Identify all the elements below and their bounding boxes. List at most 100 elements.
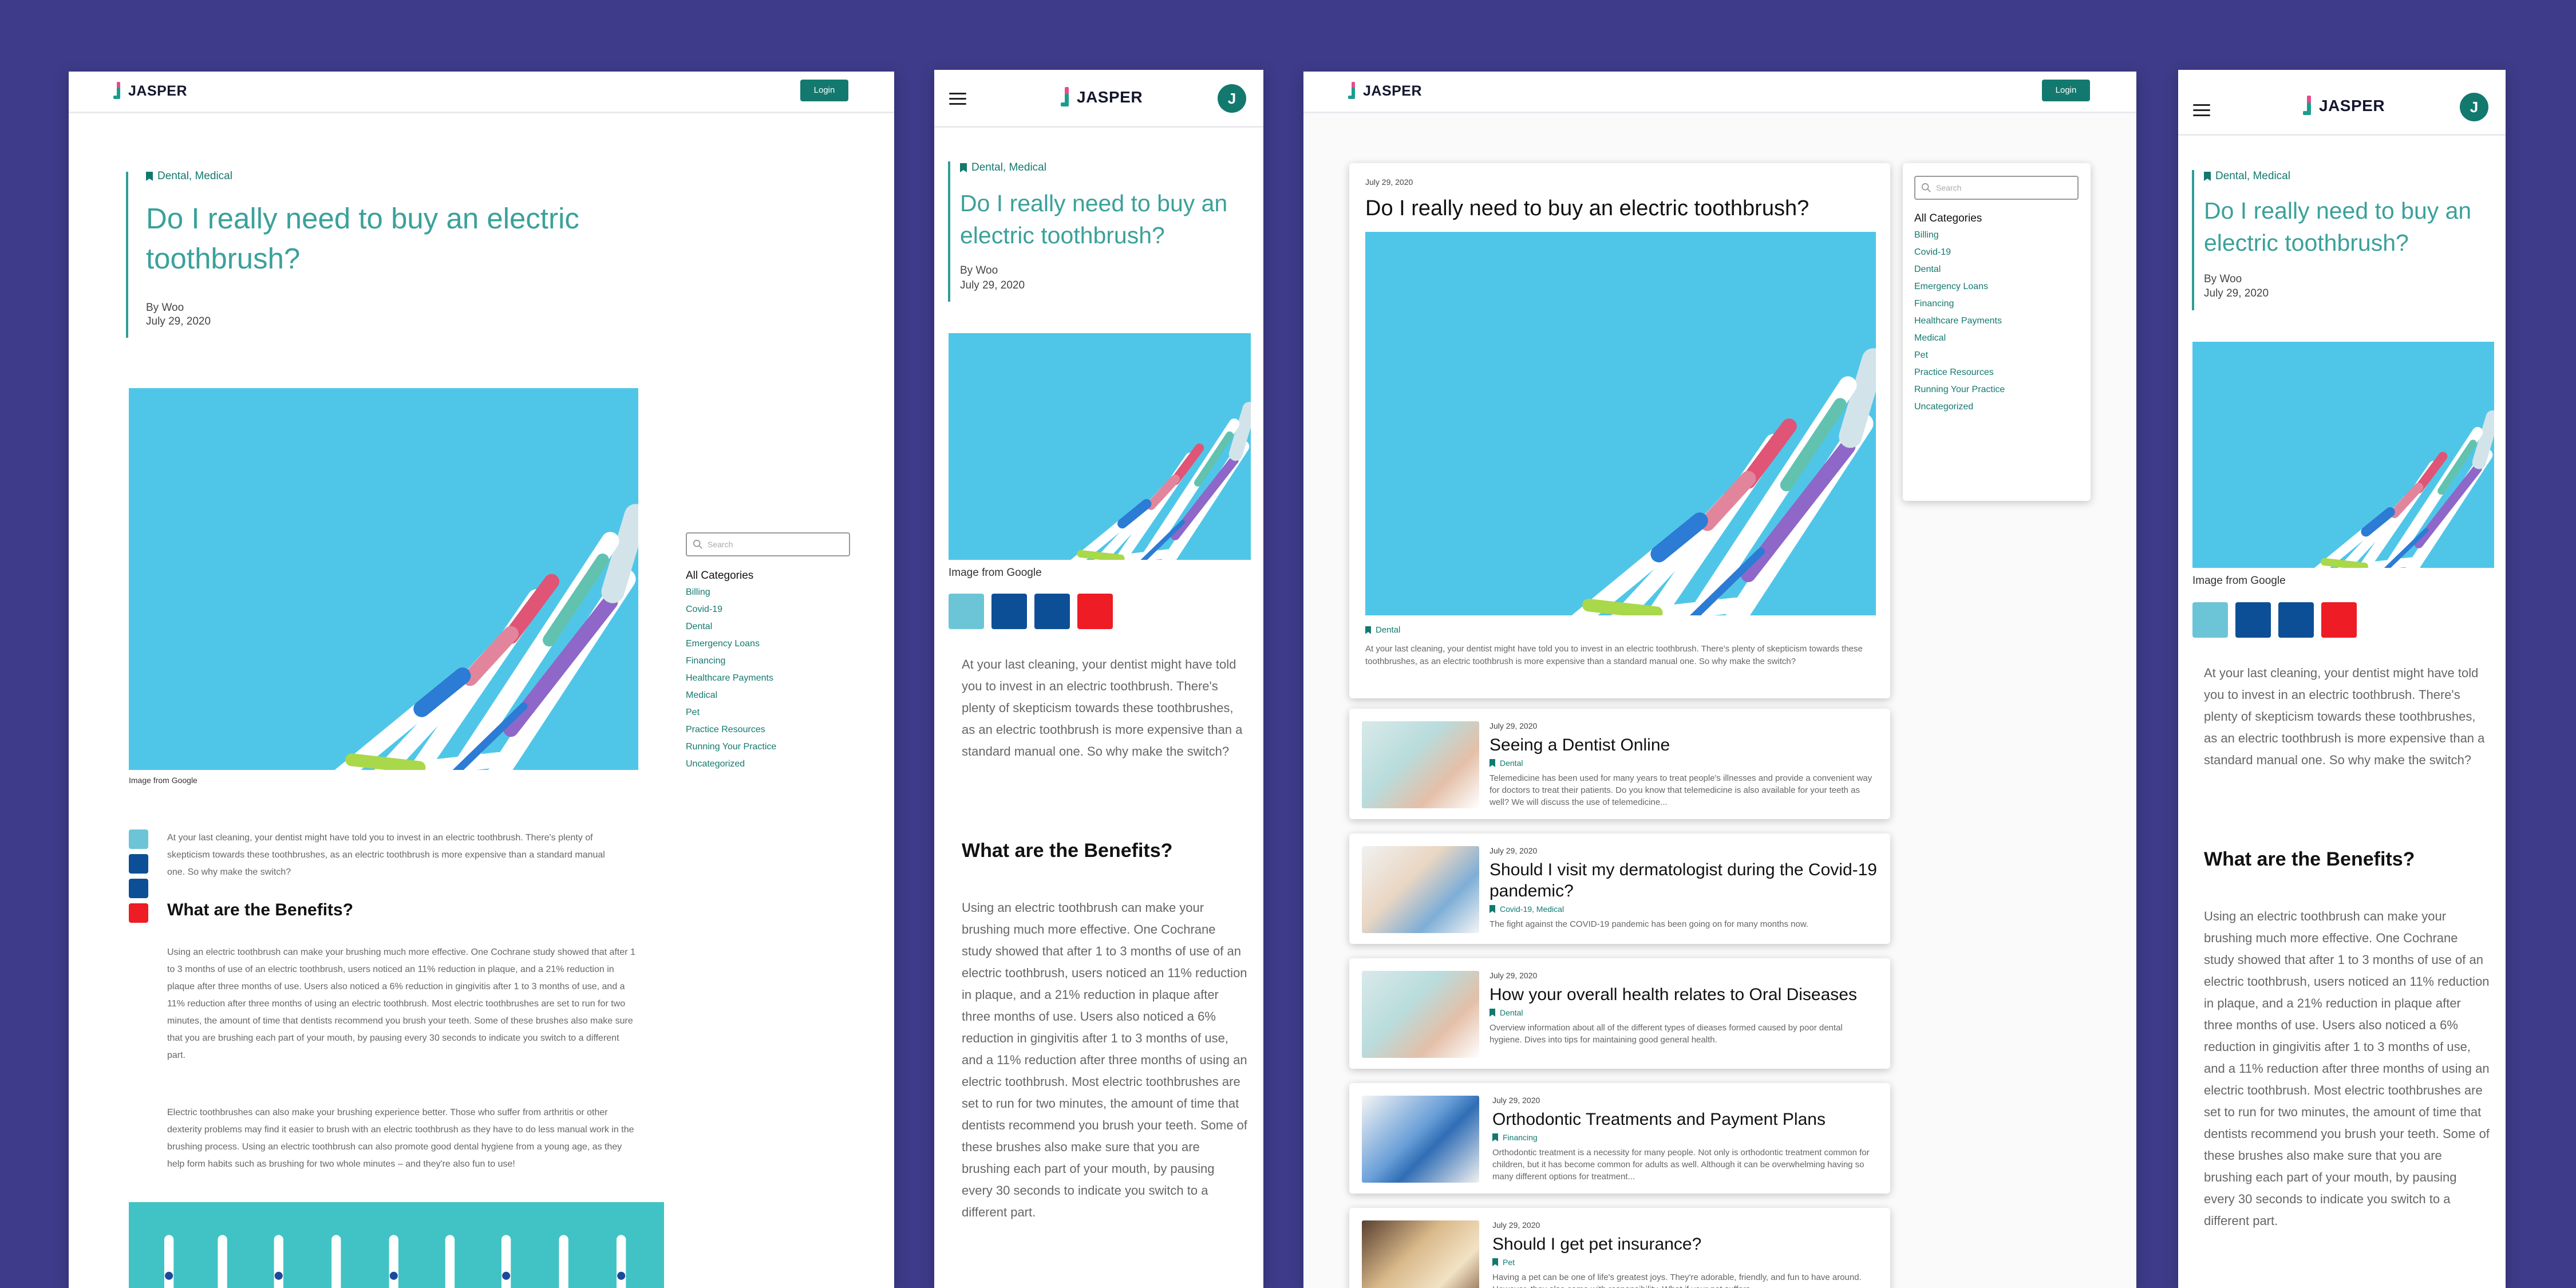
post-intro: At your last cleaning, your dentist migh… (2204, 666, 2485, 767)
post-intro: At your last cleaning, your dentist migh… (962, 657, 1243, 758)
category-link-dental[interactable]: Dental (686, 622, 712, 632)
blog-list-item[interactable]: July 29, 2020 Seeing a Dentist Online De… (1349, 709, 1890, 819)
category-link-pet[interactable]: Pet (686, 708, 700, 718)
post-excerpt: Orthodontic treatment is a necessity for… (1492, 1148, 1870, 1182)
benefits-paragraph-1: Using an electric toothbrush can make yo… (167, 947, 635, 1060)
post-title: Do I really need to buy an electric toot… (1365, 196, 1809, 220)
post-title: Do I really need to buy an electric toot… (2204, 197, 2472, 256)
post-intro: At your last cleaning, your dentist migh… (167, 833, 605, 877)
mobile-top-nav: JASPER J (934, 70, 1263, 128)
post-category[interactable]: Pet (1492, 1258, 1515, 1267)
login-button[interactable]: Login (800, 80, 848, 101)
palette-swatch (1077, 594, 1113, 629)
title-accent-bar (948, 161, 950, 302)
category-link-running-your-practice[interactable]: Running Your Practice (686, 742, 776, 752)
category-link-healthcare-payments[interactable]: Healthcare Payments (686, 673, 773, 683)
post-category-text: Dental (1376, 625, 1401, 635)
blog-list-item[interactable]: July 29, 2020 Orthodontic Treatments and… (1349, 1083, 1890, 1194)
jasper-logo-icon (2303, 96, 2313, 116)
jasper-logo[interactable]: JASPER (113, 82, 187, 100)
post-categories[interactable]: Dental, Medical (960, 161, 1046, 174)
category-link-covid-19[interactable]: Covid-19 (1914, 247, 1951, 258)
jasper-logo-icon (1061, 87, 1071, 108)
category-link-financing[interactable]: Financing (686, 656, 725, 666)
post-date: July 29, 2020 (146, 315, 211, 327)
brush-strip-image (129, 1202, 664, 1288)
post-date: July 29, 2020 (1492, 1096, 1540, 1105)
post-thumbnail (1362, 721, 1479, 808)
category-link-emergency-loans[interactable]: Emergency Loans (1914, 282, 1988, 292)
login-button[interactable]: Login (2042, 80, 2090, 101)
mobile-top-nav: JASPER J (2178, 70, 2506, 136)
blog-list-item[interactable]: July 29, 2020 Should I visit my dermatol… (1349, 833, 1890, 944)
post-title: Seeing a Dentist Online (1490, 736, 1670, 754)
palette-swatch (2192, 602, 2228, 638)
post-category[interactable]: Dental (1490, 758, 1523, 768)
post-date: July 29, 2020 (1490, 846, 1538, 855)
post-title: Should I get pet insurance? (1492, 1235, 1702, 1254)
post-categories[interactable]: Dental, Medical (146, 170, 232, 183)
categories-heading: All Categories (686, 570, 754, 582)
title-accent-bar (2192, 170, 2194, 310)
top-nav: JASPER Login (69, 72, 894, 113)
post-categories-text: Dental, Medical (157, 170, 232, 182)
post-author: By Woo (960, 264, 998, 276)
category-link-emergency-loans[interactable]: Emergency Loans (686, 639, 760, 649)
post-category[interactable]: Dental (1490, 1008, 1523, 1017)
post-title: Should I visit my dermatologist during t… (1490, 860, 1877, 900)
featured-post-card[interactable]: July 29, 2020 Do I really need to buy an… (1349, 163, 1890, 698)
post-featured-image (1365, 232, 1876, 615)
post-category-text: Pet (1503, 1258, 1515, 1267)
top-nav: JASPER Login (1303, 72, 2136, 113)
category-link-billing[interactable]: Billing (686, 587, 710, 598)
post-thumbnail (1362, 1096, 1479, 1183)
menu-icon[interactable] (2193, 104, 2210, 116)
post-category[interactable]: Dental (1365, 625, 1400, 635)
desktop-blog-list-view: JASPER Login July 29, 2020 Do I really n… (1303, 72, 2136, 1288)
jasper-logo[interactable]: JASPER (1061, 87, 1143, 108)
category-link-dental[interactable]: Dental (1914, 264, 1941, 275)
palette-swatch (949, 594, 984, 629)
user-avatar[interactable]: J (2460, 93, 2488, 121)
bookmark-icon (146, 172, 153, 181)
search-input[interactable]: Search (686, 532, 850, 556)
post-categories-text: Dental, Medical (971, 161, 1046, 173)
palette-swatch (129, 829, 148, 849)
jasper-logo[interactable]: JASPER (1348, 82, 1422, 100)
search-input[interactable]: Search (1914, 176, 2079, 200)
category-link-healthcare-payments[interactable]: Healthcare Payments (1914, 316, 2002, 326)
image-caption: Image from Google (949, 567, 1042, 579)
category-link-financing[interactable]: Financing (1914, 299, 1954, 309)
category-link-uncategorized[interactable]: Uncategorized (686, 759, 745, 769)
post-title: Orthodontic Treatments and Payment Plans (1492, 1110, 1826, 1129)
category-link-practice-resources[interactable]: Practice Resources (1914, 368, 1994, 378)
jasper-logo[interactable]: JASPER (2303, 96, 2385, 116)
post-excerpt: At your last cleaning, your dentist migh… (1365, 644, 1863, 666)
category-link-medical[interactable]: Medical (686, 690, 717, 701)
category-link-running-your-practice[interactable]: Running Your Practice (1914, 385, 2005, 395)
brand-name: JASPER (1077, 88, 1143, 106)
bookmark-icon (1490, 1009, 1495, 1017)
category-link-billing[interactable]: Billing (1914, 230, 1939, 240)
image-caption: Image from Google (2192, 575, 2286, 587)
benefits-heading: What are the Benefits? (962, 840, 1173, 862)
brand-name: JASPER (1363, 82, 1423, 99)
search-icon (693, 539, 702, 549)
post-title: Do I really need to buy an electric toot… (960, 190, 1228, 248)
category-link-covid-19[interactable]: Covid-19 (686, 605, 722, 615)
post-date: July 29, 2020 (1492, 1220, 1540, 1230)
blog-list-item[interactable]: July 29, 2020 Should I get pet insurance… (1349, 1208, 1890, 1288)
category-link-medical[interactable]: Medical (1914, 333, 1946, 343)
post-featured-image (129, 388, 638, 770)
post-excerpt: Overview information about all of the di… (1490, 1023, 1843, 1045)
category-link-pet[interactable]: Pet (1914, 350, 1928, 361)
bookmark-icon (960, 163, 967, 172)
category-link-uncategorized[interactable]: Uncategorized (1914, 402, 1973, 412)
menu-icon[interactable] (949, 93, 966, 105)
user-avatar[interactable]: J (1218, 84, 1246, 113)
post-category[interactable]: Financing (1492, 1133, 1538, 1142)
post-category[interactable]: Covid-19, Medical (1490, 904, 1564, 914)
category-link-practice-resources[interactable]: Practice Resources (686, 725, 765, 735)
post-categories[interactable]: Dental, Medical (2204, 170, 2290, 183)
blog-list-item[interactable]: July 29, 2020 How your overall health re… (1349, 958, 1890, 1069)
